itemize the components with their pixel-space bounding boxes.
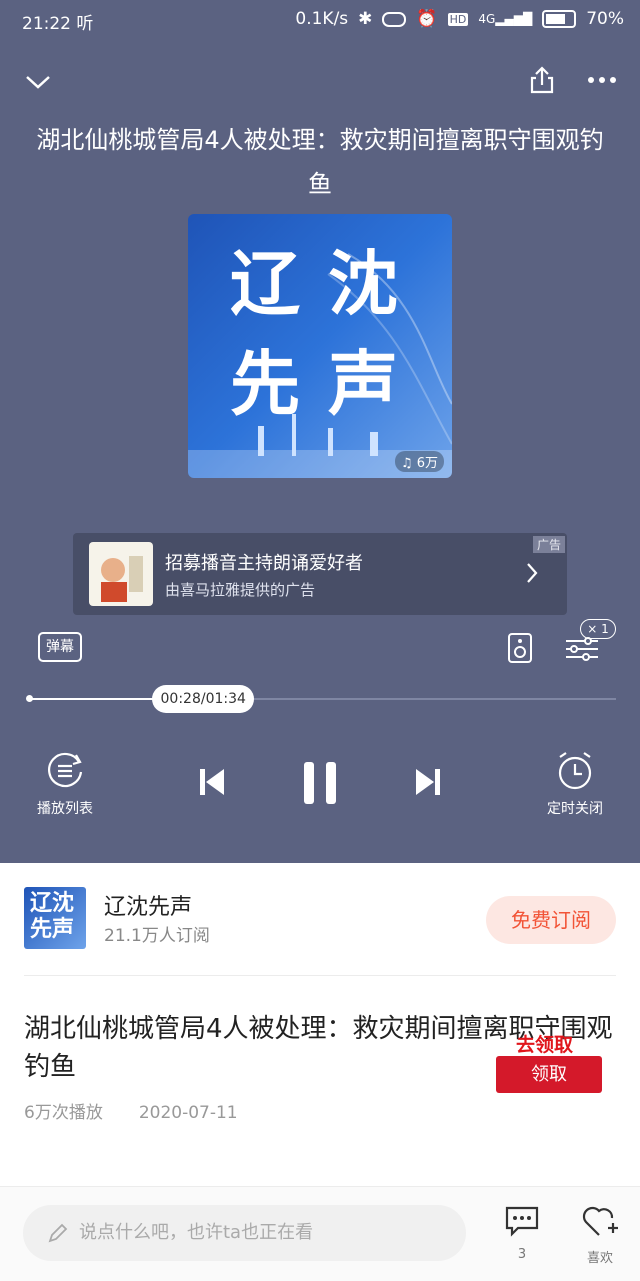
album-name: 辽沈先声 bbox=[104, 895, 193, 920]
alarm-clock-icon bbox=[558, 752, 592, 790]
comment-icon bbox=[505, 1206, 539, 1237]
cover-line2: 先声 bbox=[230, 343, 426, 425]
subscribe-button[interactable]: 免费订阅 bbox=[486, 896, 616, 944]
claim-promo-label: 去领取 bbox=[516, 1034, 574, 1056]
next-button[interactable] bbox=[408, 762, 448, 802]
like-button[interactable] bbox=[580, 1203, 620, 1239]
episode-meta: 6万次播放 2020-07-11 bbox=[24, 1098, 238, 1123]
collapse-button[interactable] bbox=[20, 64, 56, 100]
album-cover[interactable]: 辽沈 先声 ♫ 6万 bbox=[188, 214, 452, 478]
toggle-icon bbox=[382, 11, 407, 27]
bluetooth-icon: ✱ bbox=[358, 9, 373, 29]
battery-icon bbox=[542, 10, 577, 28]
progress-knob[interactable]: 00:28/01:34 bbox=[152, 685, 255, 713]
status-right: 0.1K/s ✱ ⏰ HD 4G▂▄▆█ 70% bbox=[295, 9, 624, 29]
cover-line1: 辽沈 bbox=[230, 243, 426, 325]
more-button[interactable] bbox=[582, 62, 622, 98]
comment-count: 3 bbox=[517, 1247, 527, 1262]
comment-placeholder: 说点什么吧，也许ta也正在看 bbox=[79, 1222, 314, 1243]
episode-plays: 6万次播放 bbox=[24, 1103, 103, 1123]
share-icon bbox=[530, 66, 554, 94]
ad-thumbnail bbox=[89, 542, 153, 606]
status-bar: 21:22 听 0.1K/s ✱ ⏰ HD 4G▂▄▆█ 70% bbox=[0, 0, 640, 40]
pause-icon bbox=[304, 762, 336, 804]
bottom-bar: 说点什么吧，也许ta也正在看 3 喜欢 bbox=[0, 1186, 640, 1281]
pencil-icon bbox=[48, 1223, 68, 1243]
divider bbox=[24, 975, 616, 976]
playlist-button[interactable] bbox=[40, 747, 90, 793]
claim-button[interactable]: 领取 bbox=[496, 1056, 602, 1093]
ad-subtitle: 由喜马拉雅提供的广告 bbox=[165, 581, 316, 599]
heart-plus-icon bbox=[582, 1206, 618, 1236]
playlist-label: 播放列表 bbox=[37, 801, 93, 817]
net-speed: 0.1K/s bbox=[295, 9, 349, 29]
status-time: 21:22 听 bbox=[22, 14, 94, 34]
previous-button[interactable] bbox=[192, 762, 232, 802]
speaker-icon bbox=[508, 633, 532, 663]
chevron-right-icon bbox=[527, 563, 538, 583]
album-thumbnail: 辽沈 先声 bbox=[24, 887, 86, 949]
cover-play-count: ♫ 6万 bbox=[394, 451, 444, 472]
next-icon bbox=[416, 769, 440, 795]
album-subscribers: 21.1万人订阅 bbox=[104, 926, 210, 946]
play-pause-button[interactable] bbox=[296, 758, 344, 808]
more-dots-icon bbox=[588, 77, 616, 83]
battery-level: 70% bbox=[586, 9, 624, 29]
comments-button[interactable] bbox=[502, 1203, 542, 1239]
previous-icon bbox=[200, 769, 224, 795]
progress-track[interactable] bbox=[28, 698, 616, 700]
track-title: 湖北仙桃城管局4人被处理：救灾期间擅离职守围观钓鱼 bbox=[36, 126, 604, 198]
comment-input[interactable]: 说点什么吧，也许ta也正在看 bbox=[23, 1205, 466, 1261]
alarm-icon: ⏰ bbox=[416, 9, 438, 29]
sleep-timer-label: 定时关闭 bbox=[547, 801, 603, 817]
progress-start-dot bbox=[26, 695, 33, 702]
like-label: 喜欢 bbox=[586, 1251, 613, 1266]
ad-banner[interactable]: 招募播音主持朗诵爱好者 由喜马拉雅提供的广告 广告 bbox=[73, 533, 567, 615]
speaker-button[interactable] bbox=[505, 630, 535, 666]
equalizer-icon bbox=[566, 637, 598, 661]
playlist-icon bbox=[48, 752, 83, 788]
episode-date: 2020-07-11 bbox=[138, 1103, 238, 1123]
ad-tag: 广告 bbox=[532, 536, 565, 553]
signal-icon: 4G▂▄▆█ bbox=[478, 12, 533, 26]
player-panel: 21:22 听 0.1K/s ✱ ⏰ HD 4G▂▄▆█ 70% 湖北仙桃城管局… bbox=[0, 0, 640, 863]
chevron-down-icon bbox=[26, 76, 50, 89]
share-button[interactable] bbox=[522, 60, 562, 100]
album-info[interactable]: 辽沈 先声 辽沈先声 21.1万人订阅 免费订阅 bbox=[0, 863, 640, 975]
speed-badge[interactable]: × 1 bbox=[580, 619, 616, 639]
ad-illustration bbox=[101, 556, 143, 602]
ad-title: 招募播音主持朗诵爱好者 bbox=[165, 553, 363, 574]
danmu-toggle[interactable]: 弹幕 bbox=[38, 632, 82, 662]
hd-badge: HD bbox=[447, 12, 469, 26]
sleep-timer-button[interactable] bbox=[550, 747, 600, 793]
